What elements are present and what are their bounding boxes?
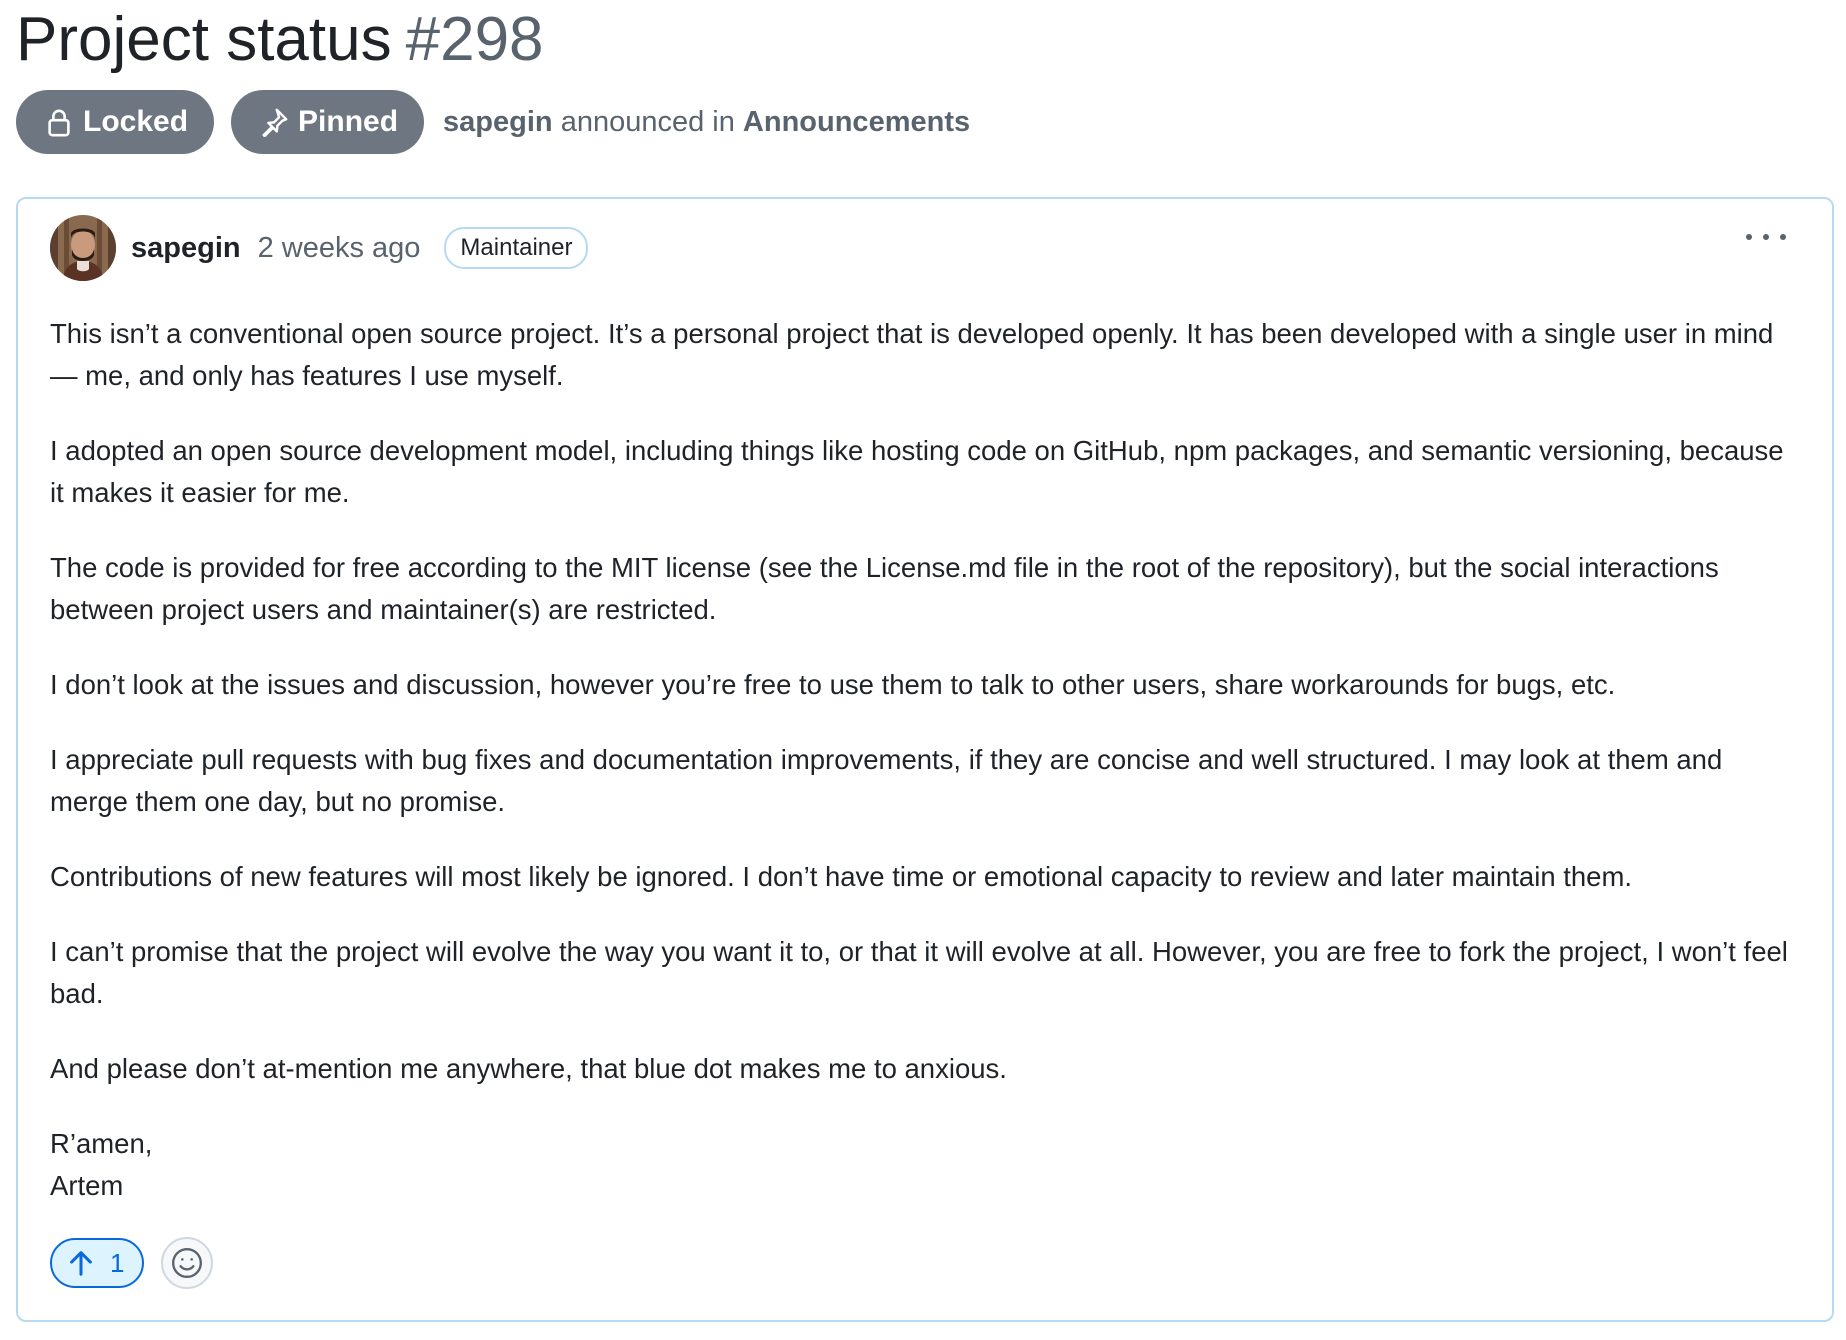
arrow-up-icon [70,1251,92,1276]
upvote-button[interactable]: 1 [50,1238,145,1288]
signoff-line: R’amen, [50,1128,153,1159]
announce-action: announced in [560,105,735,138]
post-author[interactable]: sapegin [131,232,241,265]
post-paragraph: I appreciate pull requests with bug fixe… [50,744,1723,817]
discussion-number: #298 [405,5,544,74]
locked-badge: Locked [16,90,215,154]
announcement-line: sapegin announced in Announcements [443,106,970,139]
maintainer-badge: Maintainer [444,227,589,269]
pinned-badge: Pinned [231,90,425,154]
discussion-title: Project status #298 [16,2,544,78]
post-paragraph: This isn’t a conventional open source pr… [50,318,1774,391]
post-paragraph: Contributions of new features will most … [50,861,1633,892]
add-reaction-button[interactable] [161,1237,214,1289]
post-body: This isn’t a conventional open source pr… [50,313,1800,1207]
avatar[interactable] [50,215,116,281]
discussion-title-text: Project status [16,5,392,74]
pin-icon [262,108,288,137]
announcer-link[interactable]: sapegin [443,106,553,138]
category-link[interactable]: Announcements [743,106,970,138]
signoff-name: Artem [50,1170,124,1201]
lock-icon [48,109,70,137]
post-paragraph: And please don’t at-mention me anywhere,… [50,1053,1007,1084]
locked-label: Locked [83,105,189,138]
post-paragraph: I adopted an open source development mod… [50,435,1784,508]
smiley-icon [172,1248,203,1278]
post-paragraph: The code is provided for free according … [50,552,1719,625]
more-options-icon[interactable] [1746,225,1786,249]
post-timestamp[interactable]: 2 weeks ago [258,232,421,265]
discussion-page: Project status #298 Locked Pinned sapegin… [0,0,1846,1340]
post-header: sapegin 2 weeks ago Maintainer [50,215,589,281]
post-paragraph: I can’t promise that the project will ev… [50,936,1788,1009]
upvote-count: 1 [110,1247,125,1278]
post-paragraph: I don’t look at the issues and discussio… [50,669,1616,700]
reactions-bar: 1 [50,1237,214,1289]
discussion-meta: Locked Pinned sapegin announced in Annou… [16,90,970,154]
discussion-post: sapegin 2 weeks ago Maintainer This isn’… [16,197,1834,1322]
pinned-label: Pinned [298,105,399,138]
